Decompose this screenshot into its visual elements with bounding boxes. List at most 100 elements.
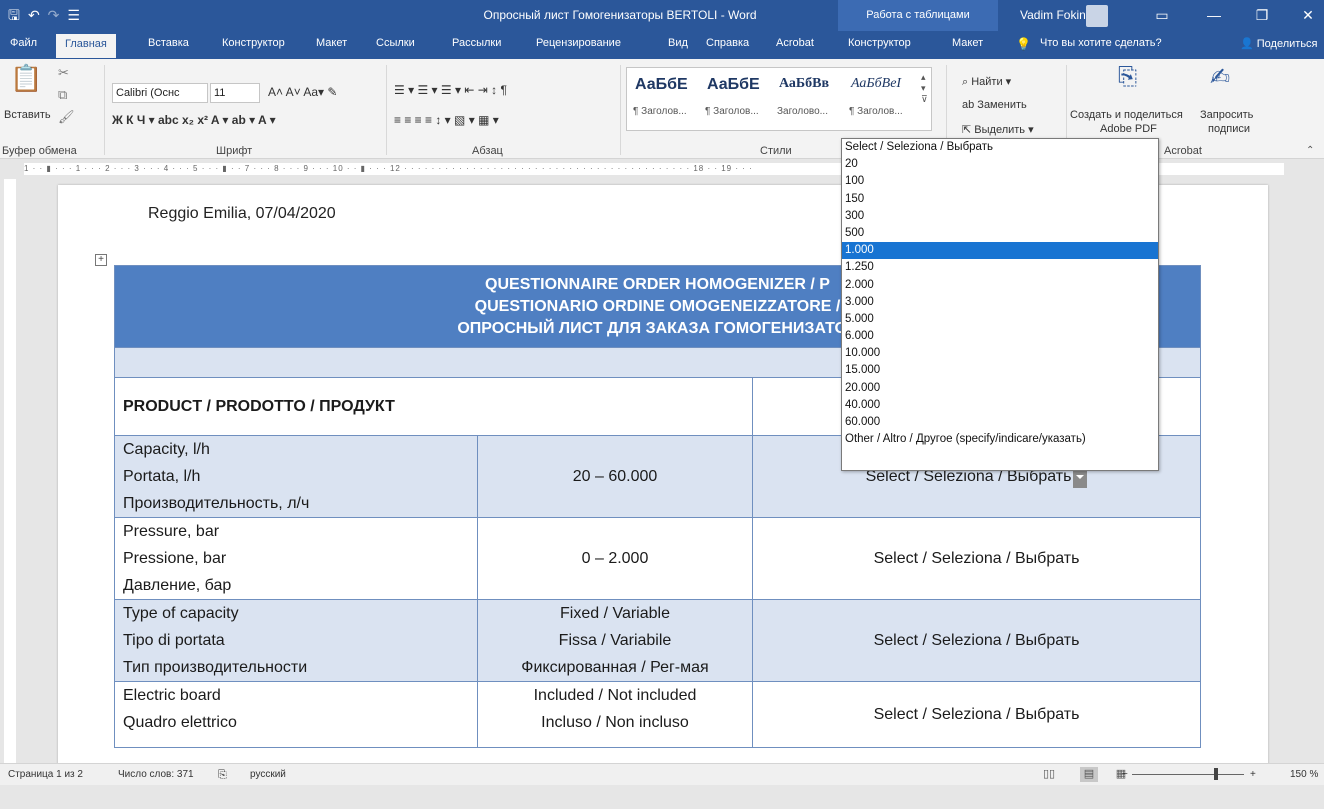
- zoom-slider[interactable]: [1132, 774, 1244, 775]
- user-name[interactable]: Vadim Fokin: [1020, 8, 1086, 22]
- print-layout-icon[interactable]: ▤: [1080, 767, 1098, 782]
- read-mode-icon[interactable]: ▯▯: [1040, 767, 1058, 782]
- save-icon[interactable]: 🖫: [8, 6, 20, 24]
- gallery-scroll-icon[interactable]: ▴ ▾ ⊽: [921, 72, 928, 105]
- dropdown-option[interactable]: 2.000: [842, 277, 1158, 294]
- capacity-type-dropdown-field[interactable]: Select / Seleziona / Выбрать: [874, 632, 1080, 649]
- alignment-buttons[interactable]: ≡ ≡ ≡ ≡ ↕ ▾ ▧ ▾ ▦ ▾: [394, 113, 499, 127]
- collapse-ribbon-icon[interactable]: ⌃: [1306, 145, 1314, 156]
- dropdown-option[interactable]: 20: [842, 156, 1158, 173]
- paste-icon[interactable]: 📋: [10, 63, 42, 94]
- style-heading-1[interactable]: АаБбЕ: [635, 76, 688, 94]
- find-button[interactable]: ⌕ Найти ▾: [962, 75, 1011, 89]
- zoom-slider-thumb[interactable]: [1214, 768, 1218, 780]
- dropdown-option[interactable]: 6.000: [842, 328, 1158, 345]
- list-buttons[interactable]: ☰ ▾ ☰ ▾ ☰ ▾ ⇤ ⇥ ↕ ¶: [394, 83, 507, 97]
- dropdown-option[interactable]: 10.000: [842, 345, 1158, 362]
- paste-button[interactable]: Вставить: [4, 109, 51, 121]
- electric-board-options-en: Included / Not included: [533, 687, 697, 704]
- window-title: Опросный лист Гомогенизаторы BERTOLI - W…: [483, 8, 757, 22]
- table-tools-context: Работа с таблицами: [838, 0, 998, 31]
- tab-file[interactable]: Файл: [10, 37, 37, 49]
- avatar[interactable]: [1086, 5, 1108, 27]
- select-button[interactable]: ⇱ Выделить ▾: [962, 123, 1034, 136]
- language-indicator[interactable]: русский: [250, 769, 286, 780]
- undo-icon[interactable]: ↶: [28, 6, 40, 24]
- share-button[interactable]: 👤 Поделиться: [1240, 37, 1318, 50]
- create-share-label: Создать и поделиться: [1070, 109, 1183, 121]
- tab-review[interactable]: Рецензирование: [536, 37, 621, 49]
- maximize-button[interactable]: ❐: [1248, 4, 1276, 26]
- page-count[interactable]: Страница 1 из 2: [8, 769, 83, 780]
- tab-design[interactable]: Конструктор: [222, 37, 285, 49]
- dropdown-option[interactable]: 1.250: [842, 259, 1158, 276]
- minimize-button[interactable]: —: [1200, 4, 1228, 26]
- ribbon-display-icon[interactable]: ▭: [1148, 4, 1176, 26]
- dropdown-option[interactable]: 15.000: [842, 362, 1158, 379]
- zoom-out-button[interactable]: −: [1122, 769, 1128, 780]
- acrobat-group-label: Acrobat: [1164, 145, 1202, 157]
- dropdown-option[interactable]: Select / Seleziona / Выбрать: [842, 139, 1158, 156]
- zoom-in-button[interactable]: +: [1250, 769, 1256, 780]
- pressure-select-cell[interactable]: Select / Seleziona / Выбрать: [752, 517, 1201, 600]
- cut-icon[interactable]: ✂: [58, 65, 69, 81]
- tab-mailings[interactable]: Рассылки: [452, 37, 501, 49]
- find-label: Найти: [971, 76, 1003, 88]
- tab-table-layout[interactable]: Макет: [952, 37, 983, 49]
- font-name-combo[interactable]: Calibri (Оснс: [112, 83, 208, 103]
- dropdown-option[interactable]: 500: [842, 225, 1158, 242]
- cursor-icon: ⇱: [962, 124, 975, 136]
- tab-acrobat[interactable]: Acrobat: [776, 37, 814, 49]
- customize-qat-icon[interactable]: ☰: [67, 6, 80, 24]
- zoom-level[interactable]: 150 %: [1290, 769, 1318, 780]
- tab-layout[interactable]: Макет: [316, 37, 347, 49]
- pressure-label: Pressure, bar Pressione, bar Давление, б…: [114, 517, 478, 600]
- redo-icon[interactable]: ↷: [48, 6, 60, 24]
- request-button[interactable]: Запросить: [1200, 109, 1253, 121]
- create-pdf-icon[interactable]: ⎘: [1118, 63, 1137, 91]
- dropdown-option[interactable]: 3.000: [842, 294, 1158, 311]
- tab-help[interactable]: Справка: [706, 37, 749, 49]
- dropdown-option[interactable]: 20.000: [842, 380, 1158, 397]
- dropdown-option[interactable]: 300: [842, 208, 1158, 225]
- electric-board-options-it: Incluso / Non incluso: [541, 714, 689, 731]
- capacity-type-label-it: Tipo di portata: [123, 632, 225, 649]
- create-share-pdf-button[interactable]: Создать и поделиться: [1070, 109, 1183, 121]
- copy-icon[interactable]: ⧉: [58, 87, 67, 103]
- tab-insert[interactable]: Вставка: [148, 37, 189, 49]
- grow-font-icon[interactable]: A˄ A˅ Aa▾ ✎: [268, 85, 337, 99]
- electric-board-select-cell[interactable]: Select / Seleziona / Выбрать: [752, 681, 1201, 748]
- word-count[interactable]: Число слов: 371: [118, 769, 194, 780]
- pressure-dropdown-field[interactable]: Select / Seleziona / Выбрать: [874, 550, 1080, 567]
- bold-italic-underline-buttons[interactable]: Ж К Ч ▾ abc x₂ x² A ▾ ab ▾ A ▾: [112, 113, 276, 127]
- capacity-type-select-cell[interactable]: Select / Seleziona / Выбрать: [752, 599, 1201, 682]
- table-move-handle-icon[interactable]: +: [95, 254, 107, 266]
- style-heading-2[interactable]: АаБбЕ: [707, 76, 760, 94]
- dropdown-option[interactable]: 100: [842, 173, 1158, 190]
- proofing-icon[interactable]: ⎘: [218, 769, 227, 782]
- dropdown-option[interactable]: 60.000: [842, 414, 1158, 431]
- dropdown-option[interactable]: 40.000: [842, 397, 1158, 414]
- tab-references[interactable]: Ссылки: [376, 37, 415, 49]
- dropdown-option[interactable]: 1.000: [842, 242, 1158, 260]
- dropdown-option[interactable]: Other / Altro / Другое (specify/indicare…: [842, 431, 1158, 448]
- format-painter-icon[interactable]: 🖌: [58, 109, 75, 125]
- capacity-dropdown-list[interactable]: Select / Seleziona / Выбрать 20 100 150 300 5…: [841, 138, 1159, 471]
- tab-view[interactable]: Вид: [668, 37, 688, 49]
- font-size-combo[interactable]: 11: [210, 83, 260, 103]
- close-button[interactable]: ✕: [1294, 4, 1322, 26]
- style-heading-3[interactable]: АаБбВв: [779, 76, 829, 92]
- status-bar: Страница 1 из 2 Число слов: 371 ⎘ русски…: [0, 763, 1324, 785]
- request-signatures-icon[interactable]: ✍: [1210, 63, 1230, 92]
- vertical-ruler[interactable]: [4, 179, 16, 763]
- dropdown-option[interactable]: 5.000: [842, 311, 1158, 328]
- style-heading-4[interactable]: АаБбВеI: [851, 76, 901, 92]
- replace-button[interactable]: ab Заменить: [962, 99, 1027, 111]
- tab-table-design[interactable]: Конструктор: [848, 37, 911, 49]
- electric-board-dropdown-field[interactable]: Select / Seleziona / Выбрать: [874, 706, 1080, 723]
- dropdown-option[interactable]: 150: [842, 191, 1158, 208]
- styles-gallery[interactable]: АаБбЕ АаБбЕ АаБбВв АаБбВеI ¶ Заголов... …: [626, 67, 932, 131]
- tab-home[interactable]: Главная: [56, 34, 116, 58]
- quick-access-toolbar: 🖫 ↶ ↷ ☰: [8, 6, 80, 24]
- tell-me-input[interactable]: Что вы хотите сделать?: [1040, 37, 1162, 49]
